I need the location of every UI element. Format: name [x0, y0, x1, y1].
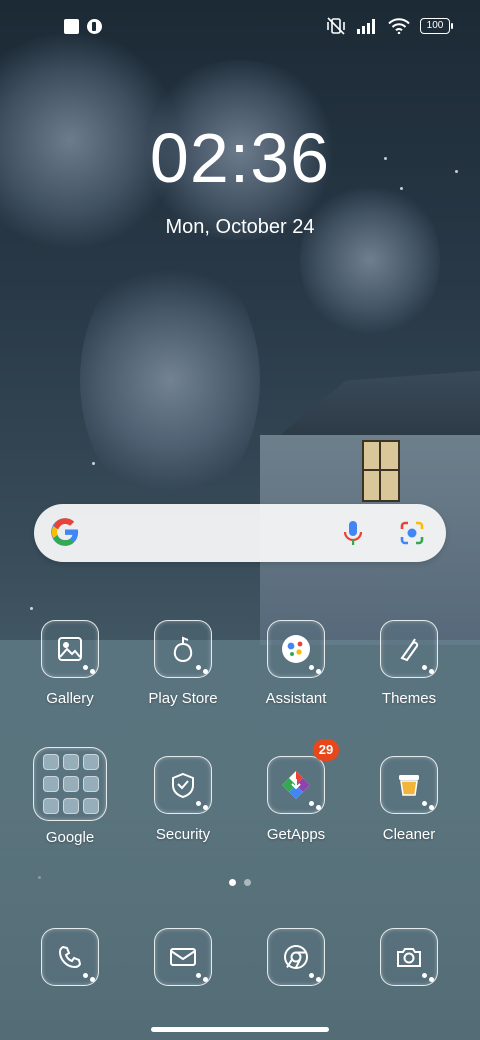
dock-phone[interactable]	[20, 928, 120, 986]
blossom-decoration	[80, 250, 260, 510]
app-label: GetApps	[266, 826, 326, 843]
blossom-decoration	[300, 180, 440, 340]
mic-icon[interactable]	[341, 519, 365, 547]
star-decoration	[92, 462, 95, 465]
app-label: Themes	[381, 690, 437, 707]
google-search-bar[interactable]	[34, 504, 446, 562]
notification-square-icon	[64, 19, 79, 34]
themes-icon	[380, 620, 438, 678]
app-label: Gallery	[46, 690, 94, 707]
page-indicator	[0, 879, 480, 886]
chrome-icon	[267, 928, 325, 986]
notification-badge: 29	[313, 739, 339, 761]
star-decoration	[30, 607, 33, 610]
dock-camera[interactable]	[359, 928, 459, 986]
app-play-store[interactable]: Play Store	[133, 620, 233, 707]
messages-icon	[154, 928, 212, 986]
signal-icon	[357, 19, 375, 34]
google-g-icon	[51, 518, 79, 546]
dock-messages[interactable]	[133, 928, 233, 986]
security-icon	[154, 756, 212, 814]
dock-chrome[interactable]	[246, 928, 346, 986]
app-getapps[interactable]: 29 GetApps	[246, 739, 346, 843]
wifi-icon	[388, 18, 410, 34]
app-label: Security	[155, 826, 211, 843]
status-bar: 100	[0, 0, 480, 56]
gallery-icon	[41, 620, 99, 678]
app-cleaner[interactable]: Cleaner	[359, 756, 459, 843]
app-assistant[interactable]: Assistant	[246, 620, 346, 707]
app-security[interactable]: Security	[133, 756, 233, 843]
app-gallery[interactable]: Gallery	[20, 620, 120, 707]
app-label: Google	[45, 829, 95, 846]
battery-indicator: 100	[420, 18, 453, 34]
app-label: Assistant	[265, 690, 327, 707]
play-store-icon	[154, 620, 212, 678]
app-label: Cleaner	[382, 826, 436, 843]
lens-icon[interactable]	[398, 519, 426, 547]
home-gesture-bar[interactable]	[151, 1027, 329, 1032]
notification-app-icon	[87, 19, 102, 34]
google-folder-icon	[33, 747, 107, 821]
phone-icon	[41, 928, 99, 986]
house-decoration	[250, 330, 480, 650]
vibrate-off-icon	[327, 17, 345, 35]
app-label: Play Store	[148, 690, 218, 707]
page-dot-active[interactable]	[229, 879, 236, 886]
camera-icon	[380, 928, 438, 986]
assistant-icon	[267, 620, 325, 678]
clock-date[interactable]: Mon, October 24	[0, 216, 480, 239]
clock-time[interactable]: 02:36	[0, 118, 480, 198]
folder-google[interactable]: Google	[20, 747, 120, 846]
cleaner-icon	[380, 756, 438, 814]
page-dot[interactable]	[244, 879, 251, 886]
getapps-icon: 29	[267, 739, 339, 814]
app-themes[interactable]: Themes	[359, 620, 459, 707]
